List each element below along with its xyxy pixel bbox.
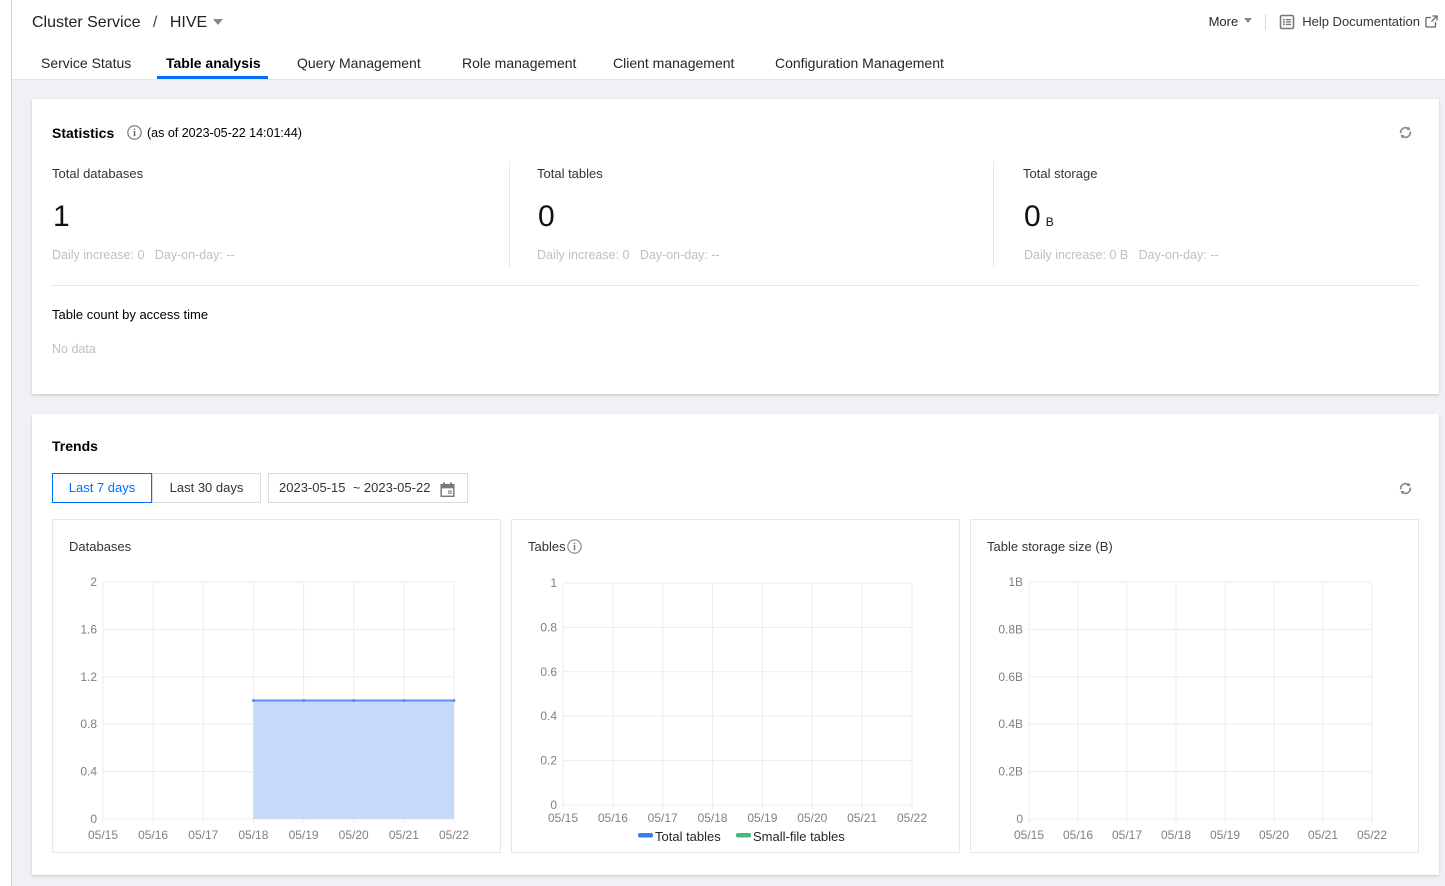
svg-text:05/16: 05/16: [138, 828, 168, 842]
svg-text:1.2: 1.2: [80, 670, 97, 684]
svg-text:05/18: 05/18: [238, 828, 268, 842]
svg-text:0.6B: 0.6B: [998, 670, 1023, 684]
svg-text:0: 0: [1016, 812, 1023, 826]
svg-text:05/21: 05/21: [847, 811, 877, 825]
svg-text:05/18: 05/18: [698, 811, 728, 825]
svg-text:0.4: 0.4: [540, 709, 557, 723]
svg-text:05/15: 05/15: [88, 828, 118, 842]
svg-text:0.4B: 0.4B: [998, 717, 1023, 731]
svg-text:05/17: 05/17: [1112, 828, 1142, 842]
svg-text:Total tables: Total tables: [655, 829, 721, 844]
svg-text:1.6: 1.6: [80, 622, 97, 636]
svg-text:i: i: [133, 128, 136, 139]
svg-text:05/19: 05/19: [289, 828, 319, 842]
svg-text:05/19: 05/19: [747, 811, 777, 825]
svg-text:05/15: 05/15: [1014, 828, 1044, 842]
svg-text:05/18: 05/18: [1161, 828, 1191, 842]
svg-text:05/21: 05/21: [389, 828, 419, 842]
svg-text:0: 0: [550, 798, 557, 812]
svg-text:0.6: 0.6: [540, 665, 557, 679]
svg-text:2: 2: [90, 575, 97, 589]
svg-text:05/22: 05/22: [1357, 828, 1387, 842]
svg-text:05/21: 05/21: [1308, 828, 1338, 842]
svg-text:05/20: 05/20: [339, 828, 369, 842]
svg-text:0.8B: 0.8B: [998, 622, 1023, 636]
svg-text:0.8: 0.8: [540, 620, 557, 634]
svg-text:0.4: 0.4: [80, 765, 97, 779]
svg-text:05/17: 05/17: [648, 811, 678, 825]
svg-text:05/16: 05/16: [598, 811, 628, 825]
svg-text:1: 1: [550, 576, 557, 590]
svg-text:05/19: 05/19: [1210, 828, 1240, 842]
svg-text:1B: 1B: [1008, 575, 1023, 589]
svg-text:0.2B: 0.2B: [998, 765, 1023, 779]
svg-text:05/20: 05/20: [797, 811, 827, 825]
svg-text:05/17: 05/17: [188, 828, 218, 842]
svg-text:05/20: 05/20: [1259, 828, 1289, 842]
svg-text:05/22: 05/22: [897, 811, 927, 825]
svg-text:Small-file tables: Small-file tables: [753, 829, 845, 844]
svg-text:05/15: 05/15: [548, 811, 578, 825]
svg-text:0: 0: [90, 812, 97, 826]
svg-text:05/16: 05/16: [1063, 828, 1093, 842]
svg-text:0.2: 0.2: [540, 754, 557, 768]
svg-text:05/22: 05/22: [439, 828, 469, 842]
svg-text:0.8: 0.8: [80, 717, 97, 731]
